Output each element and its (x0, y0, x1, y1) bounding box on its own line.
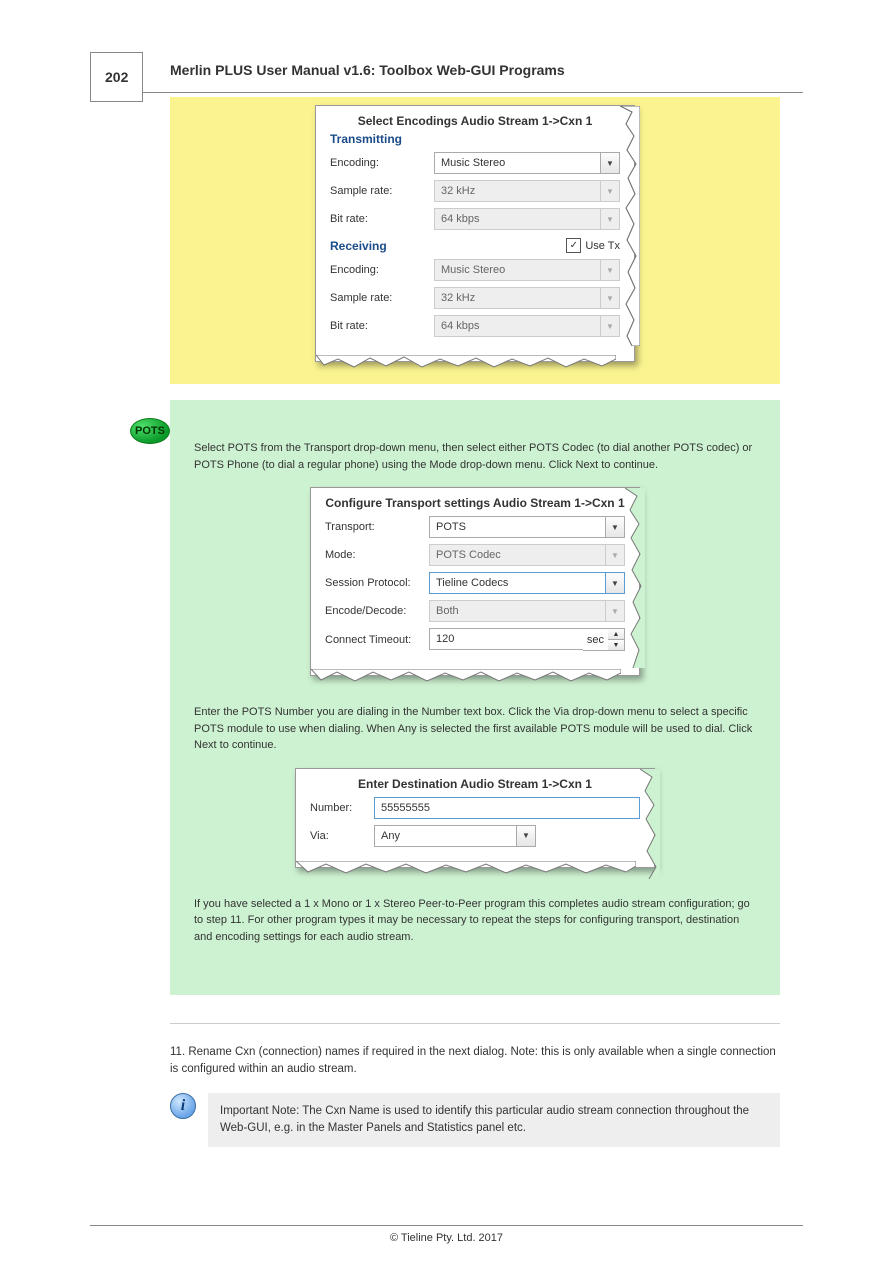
mode-select[interactable]: POTS Codec ▼ (429, 544, 625, 566)
mode-value: POTS Codec (430, 545, 605, 565)
chevron-down-icon: ▼ (600, 153, 619, 173)
page-header: 202 Merlin PLUS User Manual v1.6: Toolbo… (90, 40, 803, 93)
footer: © Tieline Pty. Ltd. 2017 (90, 1225, 803, 1244)
rx-sample-value: 32 kHz (435, 288, 600, 308)
chevron-down-icon: ▼ (605, 545, 624, 565)
encdec-value: Both (430, 601, 605, 621)
torn-edge-icon (640, 769, 660, 879)
rx-heading: Receiving (330, 239, 387, 253)
chevron-down-icon: ▼ (516, 826, 535, 846)
pots-end-text: If you have selected a 1 x Mono or 1 x S… (188, 896, 762, 946)
torn-edge-icon (620, 106, 640, 346)
spin-up-button[interactable]: ▲ (608, 629, 624, 640)
torn-edge-icon (625, 488, 645, 668)
session-select[interactable]: Tieline Codecs ▼ (429, 572, 625, 594)
rx-sample-select: 32 kHz ▼ (434, 287, 620, 309)
tx-sample-value: 32 kHz (435, 181, 600, 201)
via-label: Via: (310, 830, 366, 842)
rx-encoding-label: Encoding: (330, 264, 426, 276)
timeout-label: Connect Timeout: (325, 634, 421, 646)
encodings-card: Select Encodings Audio Stream 1->Cxn 1 T… (315, 105, 635, 362)
tx-sample-select[interactable]: 32 kHz ▼ (434, 180, 620, 202)
timeout-unit: sec (583, 628, 608, 651)
spin-down-button[interactable]: ▼ (608, 640, 624, 650)
use-tx-label: Use Tx (585, 240, 620, 252)
rx-bitrate-label: Bit rate: (330, 320, 426, 332)
tx-encoding-label: Encoding: (330, 157, 426, 169)
encdec-label: Encode/Decode: (325, 605, 421, 617)
timeout-value: 120 (430, 629, 583, 649)
page-number-box: 202 (90, 52, 143, 102)
pots-intro-text: Select POTS from the Transport drop-down… (188, 440, 762, 473)
chevron-down-icon: ▼ (605, 601, 624, 621)
timeout-input[interactable]: 120 (429, 628, 583, 650)
session-label: Session Protocol: (325, 577, 421, 589)
pots-panel: POTS Select POTS from the Transport drop… (170, 400, 780, 995)
chevron-down-icon: ▼ (600, 316, 619, 336)
info-icon: i (170, 1093, 196, 1119)
note-box: Important Note: The Cxn Name is used to … (208, 1093, 780, 1148)
chevron-down-icon: ▼ (605, 573, 624, 593)
torn-bottom-icon (311, 669, 621, 683)
transport-label: Transport: (325, 521, 421, 533)
tx-sample-label: Sample rate: (330, 185, 426, 197)
chevron-down-icon: ▼ (600, 181, 619, 201)
transport-card: Configure Transport settings Audio Strea… (310, 487, 640, 676)
via-value: Any (375, 826, 516, 846)
tx-encoding-select[interactable]: Music Stereo ▼ (434, 152, 620, 174)
number-label: Number: (310, 802, 366, 814)
step-text: 11. Rename Cxn (connection) names if req… (170, 1044, 780, 1079)
encodings-panel: Select Encodings Audio Stream 1->Cxn 1 T… (170, 97, 780, 384)
destination-card: Enter Destination Audio Stream 1->Cxn 1 … (295, 768, 655, 868)
tx-bitrate-value: 64 kbps (435, 209, 600, 229)
rx-encoding-select: Music Stereo ▼ (434, 259, 620, 281)
rx-sample-label: Sample rate: (330, 292, 426, 304)
number-value: 55555555 (381, 802, 430, 814)
rx-bitrate-select: 64 kbps ▼ (434, 315, 620, 337)
encodings-title: Select Encodings Audio Stream 1->Cxn 1 (330, 114, 620, 128)
pots-badge: POTS (130, 418, 170, 444)
transport-select[interactable]: POTS ▼ (429, 516, 625, 538)
use-tx-checkbox[interactable]: ✓ Use Tx (566, 238, 620, 253)
transport-title: Configure Transport settings Audio Strea… (325, 496, 625, 510)
page-title: Merlin PLUS User Manual v1.6: Toolbox We… (170, 62, 565, 78)
mode-label: Mode: (325, 549, 421, 561)
number-input[interactable]: 55555555 (374, 797, 640, 819)
torn-bottom-icon (296, 861, 636, 875)
chevron-down-icon: ▼ (600, 288, 619, 308)
chevron-down-icon: ▼ (600, 260, 619, 280)
pots-mid-text: Enter the POTS Number you are dialing in… (188, 704, 762, 754)
step-section: 11. Rename Cxn (connection) names if req… (170, 1023, 780, 1147)
tx-bitrate-select[interactable]: 64 kbps ▼ (434, 208, 620, 230)
check-icon: ✓ (566, 238, 581, 253)
tx-encoding-value: Music Stereo (435, 153, 600, 173)
chevron-down-icon: ▼ (605, 517, 624, 537)
tx-heading: Transmitting (330, 132, 620, 146)
rx-encoding-value: Music Stereo (435, 260, 600, 280)
tx-bitrate-label: Bit rate: (330, 213, 426, 225)
transport-value: POTS (430, 517, 605, 537)
rx-bitrate-value: 64 kbps (435, 316, 600, 336)
via-select[interactable]: Any ▼ (374, 825, 536, 847)
torn-bottom-icon (316, 355, 616, 369)
session-value: Tieline Codecs (430, 573, 605, 593)
destination-title: Enter Destination Audio Stream 1->Cxn 1 (310, 777, 640, 791)
encdec-select[interactable]: Both ▼ (429, 600, 625, 622)
chevron-down-icon: ▼ (600, 209, 619, 229)
